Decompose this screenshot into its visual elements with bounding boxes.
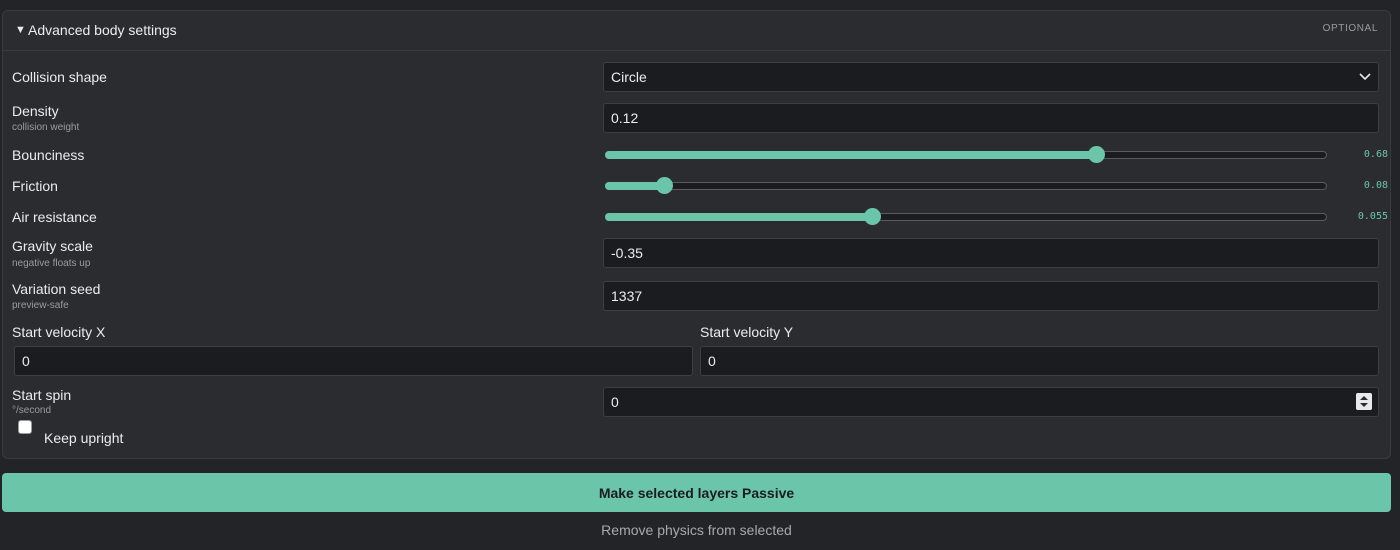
air-resistance-slider-fill bbox=[605, 213, 874, 221]
panel-title: Advanced body settings bbox=[28, 22, 177, 38]
start-velocity-y-label: Start velocity Y bbox=[700, 324, 794, 340]
start-velocity-x-label: Start velocity X bbox=[12, 324, 106, 340]
friction-slider-thumb[interactable] bbox=[655, 177, 673, 194]
panel-header[interactable]: ▼ Advanced body settings OPTIONAL bbox=[3, 11, 1390, 51]
remove-physics-button[interactable]: Remove physics from selected bbox=[0, 522, 1393, 538]
bounciness-slider-thumb[interactable] bbox=[1087, 146, 1105, 163]
bounciness-value: 0.68 bbox=[1363, 149, 1388, 160]
air-resistance-value: 0.055 bbox=[1357, 211, 1388, 222]
collision-shape-select[interactable]: Circle bbox=[603, 62, 1379, 92]
start-spin-value: 0 bbox=[611, 394, 619, 410]
chevron-down-icon bbox=[1359, 73, 1371, 81]
bounciness-label: Bounciness bbox=[12, 147, 85, 163]
variation-seed-input[interactable]: 1337 bbox=[603, 281, 1379, 311]
start-velocity-x-input[interactable]: 0 bbox=[14, 346, 693, 376]
start-velocity-y-input[interactable]: 0 bbox=[700, 346, 1379, 376]
friction-value: 0.08 bbox=[1363, 180, 1388, 191]
density-label: Density bbox=[12, 103, 59, 119]
collision-shape-value: Circle bbox=[611, 69, 647, 85]
density-input[interactable]: 0.12 bbox=[603, 103, 1379, 133]
make-passive-button[interactable]: Make selected layers Passive bbox=[2, 473, 1391, 512]
variation-seed-sublabel: preview-safe bbox=[12, 300, 69, 311]
keep-upright-label: Keep upright bbox=[44, 430, 124, 446]
caret-down-icon: ▼ bbox=[15, 24, 26, 36]
bounciness-slider[interactable] bbox=[605, 146, 1327, 163]
bounciness-slider-fill bbox=[605, 151, 1097, 159]
start-spin-sublabel: °/second bbox=[12, 405, 52, 416]
friction-slider[interactable] bbox=[605, 177, 1327, 194]
gravity-scale-input[interactable]: -0.35 bbox=[603, 238, 1379, 268]
gravity-scale-sublabel: negative floats up bbox=[12, 258, 91, 269]
optional-badge: OPTIONAL bbox=[1322, 23, 1378, 34]
friction-label: Friction bbox=[12, 178, 58, 194]
page: ▼ Advanced body settings OPTIONAL Collis… bbox=[0, 0, 1400, 550]
gravity-scale-label: Gravity scale bbox=[12, 238, 93, 254]
air-resistance-label: Air resistance bbox=[12, 209, 97, 225]
panel-toggle[interactable]: ▼ Advanced body settings bbox=[15, 22, 177, 38]
density-sublabel: collision weight bbox=[12, 122, 80, 133]
keep-upright-checkbox[interactable] bbox=[18, 420, 32, 434]
air-resistance-slider[interactable] bbox=[605, 208, 1327, 225]
variation-seed-label: Variation seed bbox=[12, 281, 101, 297]
collision-shape-label: Collision shape bbox=[12, 69, 107, 85]
start-spin-input[interactable]: 0 bbox=[603, 387, 1379, 417]
start-spin-label: Start spin bbox=[12, 387, 72, 403]
stepper-icon[interactable] bbox=[1356, 393, 1372, 410]
